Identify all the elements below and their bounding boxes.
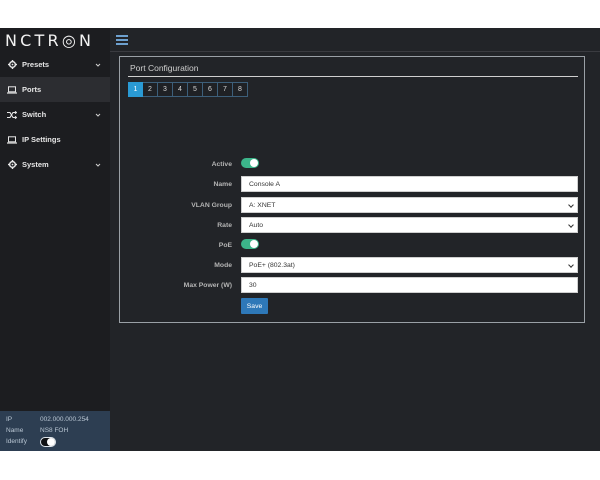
sidebar-item-switch[interactable]: Switch: [0, 102, 110, 127]
sidebar-item-label: Presets: [22, 60, 50, 69]
port-tab-5[interactable]: 5: [188, 82, 203, 97]
toggle-knob: [47, 437, 55, 446]
identify-toggle[interactable]: [40, 436, 56, 447]
mode-select[interactable]: PoE+ (802.3at): [241, 257, 578, 273]
chevron-down-icon: [94, 161, 102, 169]
active-label: Active: [211, 160, 232, 168]
sidebar-item-label: System: [22, 160, 49, 169]
sidebar-item-label: Ports: [22, 85, 42, 94]
port-tab-8[interactable]: 8: [233, 82, 248, 97]
sidebar-item-ip-settings[interactable]: IP Settings: [0, 127, 110, 152]
chevron-down-icon: [94, 111, 102, 119]
laptop-icon: [7, 135, 17, 145]
port-configuration-panel: Port Configuration 1 2 3 4 5 6 7 8 Activ…: [119, 56, 585, 323]
logo-text: NCTR◎N: [5, 30, 95, 50]
save-row: Save: [120, 298, 586, 314]
ip-value: 002.000.000.254: [40, 416, 89, 423]
max-power-row: Max Power (W) 30: [120, 277, 586, 293]
port-tab-7[interactable]: 7: [218, 82, 233, 97]
device-info-footer: IP 002.000.000.254 Name NS8 FOH Identify: [0, 411, 110, 451]
shuffle-icon: [7, 110, 17, 120]
top-bar: [110, 28, 600, 52]
ip-label: IP: [6, 416, 13, 423]
sidebar-nav: Presets Ports Switch IP Settings System: [0, 52, 110, 177]
gear-icon: [7, 60, 17, 70]
mode-label: Mode: [214, 261, 232, 269]
device-name-value: NS8 FOH: [40, 427, 69, 434]
max-power-label: Max Power (W): [183, 281, 232, 289]
sidebar-item-label: Switch: [22, 110, 47, 119]
sidebar-item-presets[interactable]: Presets: [0, 52, 110, 77]
name-row: Name Console A: [120, 176, 586, 192]
divider: [128, 76, 578, 77]
app-window: NCTR◎N Presets Ports Switch IP Settings …: [0, 28, 600, 451]
toggle-knob: [250, 240, 258, 248]
mode-row: Mode PoE+ (802.3at): [120, 257, 586, 273]
identify-row: Identify: [6, 436, 104, 447]
max-power-input[interactable]: 30: [241, 277, 578, 293]
port-tabs: 1 2 3 4 5 6 7 8: [128, 82, 248, 97]
name-input[interactable]: Console A: [241, 176, 578, 192]
sidebar-item-system[interactable]: System: [0, 152, 110, 177]
poe-toggle[interactable]: [241, 239, 259, 249]
logo: NCTR◎N: [0, 28, 110, 52]
device-name-row: Name NS8 FOH: [6, 425, 104, 436]
chevron-down-icon: [94, 61, 102, 69]
port-tab-2[interactable]: 2: [143, 82, 158, 97]
sidebar-item-label: IP Settings: [22, 135, 61, 144]
poe-row: PoE: [120, 237, 586, 253]
rate-select[interactable]: Auto: [241, 217, 578, 233]
device-ip-row: IP 002.000.000.254: [6, 414, 104, 425]
gear-icon: [7, 160, 17, 170]
hamburger-menu-icon[interactable]: [116, 35, 128, 45]
port-tab-4[interactable]: 4: [173, 82, 188, 97]
identify-label: Identify: [6, 438, 27, 445]
port-tab-3[interactable]: 3: [158, 82, 173, 97]
port-tab-6[interactable]: 6: [203, 82, 218, 97]
rate-row: Rate Auto: [120, 217, 586, 233]
active-row: Active: [120, 156, 586, 172]
sidebar: NCTR◎N Presets Ports Switch IP Settings …: [0, 28, 110, 451]
sidebar-item-ports[interactable]: Ports: [0, 77, 110, 102]
vlan-group-label: VLAN Group: [191, 201, 232, 209]
port-tab-1[interactable]: 1: [128, 82, 143, 97]
rate-label: Rate: [217, 221, 232, 229]
poe-label: PoE: [218, 241, 232, 249]
active-toggle[interactable]: [241, 158, 259, 168]
vlan-row: VLAN Group A: XNET: [120, 197, 586, 213]
name-label: Name: [213, 180, 232, 188]
name-label: Name: [6, 427, 24, 434]
panel-title: Port Configuration: [130, 63, 199, 73]
vlan-group-select[interactable]: A: XNET: [241, 197, 578, 213]
toggle-knob: [250, 159, 258, 167]
laptop-icon: [7, 85, 17, 95]
save-button[interactable]: Save: [241, 298, 268, 314]
